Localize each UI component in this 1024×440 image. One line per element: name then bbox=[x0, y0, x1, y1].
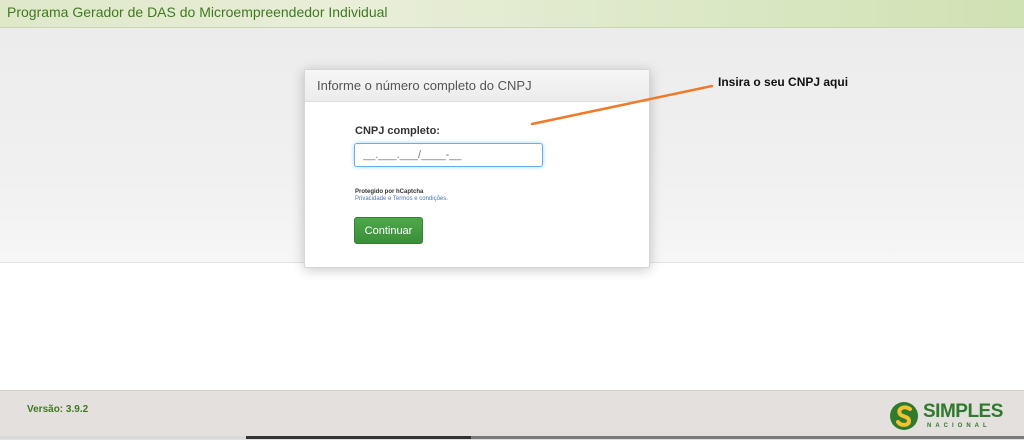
content-band: Informe o número completo do CNPJ CNPJ c… bbox=[0, 28, 1024, 268]
simples-s-logo-icon bbox=[890, 402, 918, 430]
card-header: Informe o número completo do CNPJ bbox=[305, 70, 649, 102]
simples-nacional-logo: SIMPLES NACIONAL bbox=[889, 399, 1017, 435]
cnpj-input[interactable] bbox=[354, 143, 543, 167]
cnpj-form-card: Informe o número completo do CNPJ CNPJ c… bbox=[304, 69, 650, 268]
annotation-label: Insira o seu CNPJ aqui bbox=[718, 75, 849, 89]
cnpj-label: CNPJ completo: bbox=[355, 125, 440, 137]
logo-subtitle: NACIONAL bbox=[927, 423, 991, 429]
app-title: Programa Gerador de DAS do Microempreend… bbox=[7, 4, 388, 20]
top-header-bar: Programa Gerador de DAS do Microempreend… bbox=[0, 0, 1024, 28]
footer: Versão: 3.9.2 SIMPLES NACIONAL bbox=[0, 390, 1024, 440]
continue-button[interactable]: Continuar bbox=[354, 217, 423, 244]
hcaptcha-privacy-terms-link[interactable]: Privacidade e Termos e condições. bbox=[355, 196, 448, 202]
version-label: Versão: 3.9.2 bbox=[27, 404, 89, 415]
card-title: Informe o número completo do CNPJ bbox=[317, 78, 532, 93]
logo-word: SIMPLES bbox=[923, 401, 1003, 422]
hcaptcha-notice: Protegido por hCaptcha bbox=[355, 189, 424, 195]
